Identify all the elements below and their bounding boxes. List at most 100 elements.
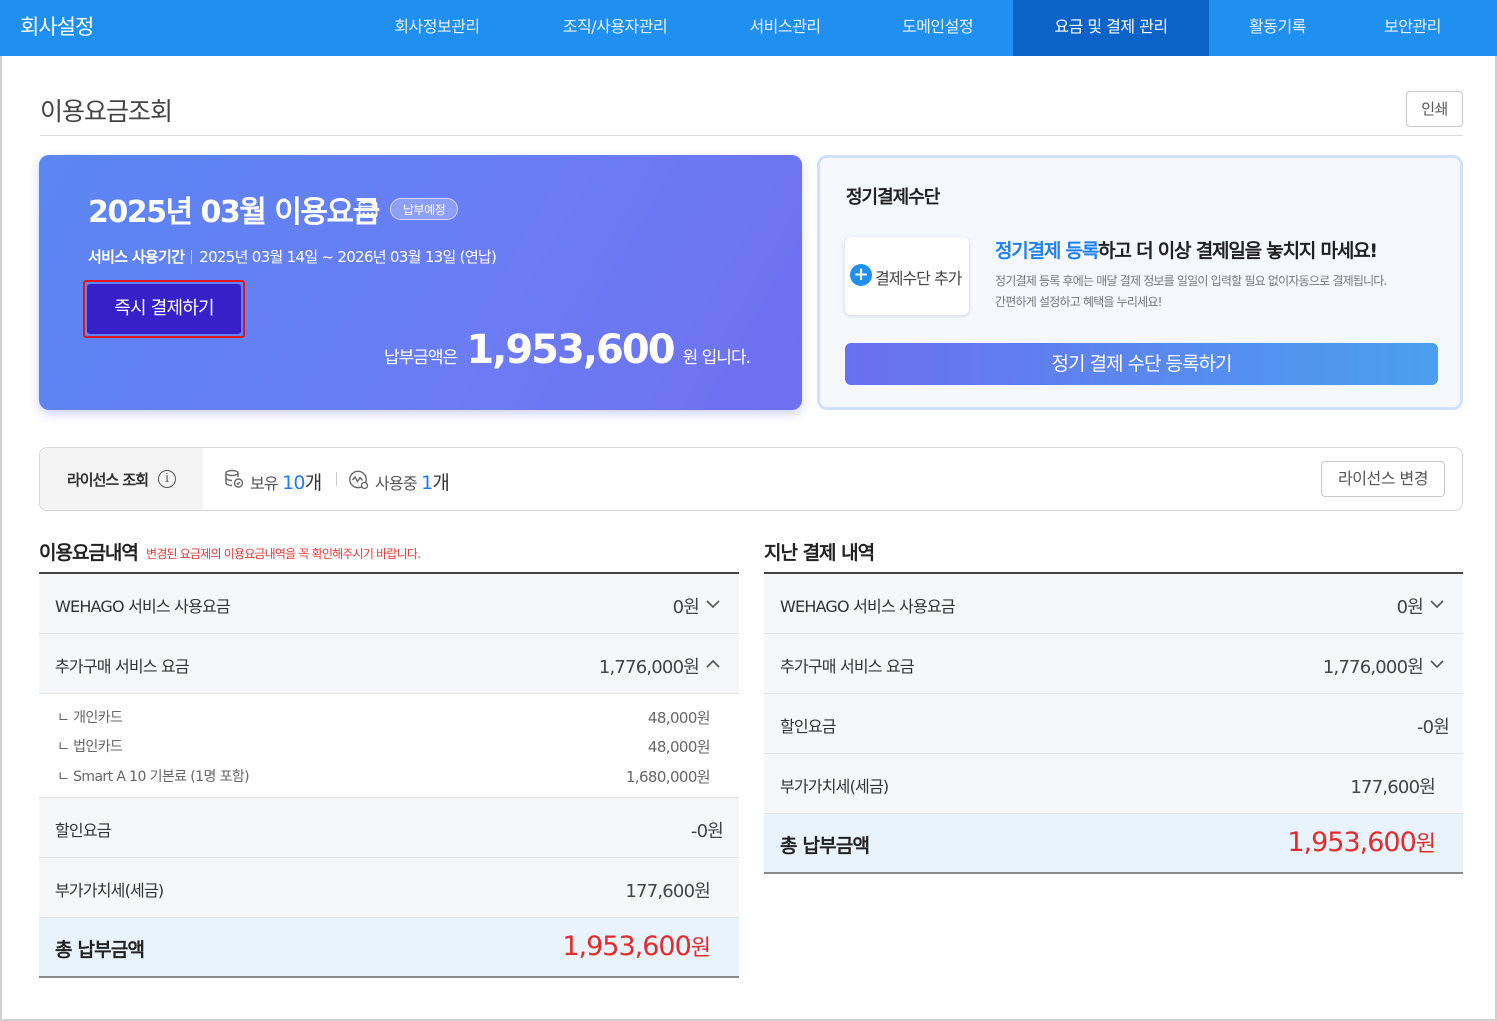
row-label: 부가가치세(세금)	[55, 881, 164, 900]
chevron-up-icon[interactable]	[705, 656, 721, 672]
amount-value: 1,953,600	[466, 327, 675, 373]
past-row-extra[interactable]: 추가구매 서비스 요금 1,776,000원	[764, 634, 1463, 694]
bill-summary-card: 2025년 03월 이용요금 납부예정 서비스 사용기간 2025년 03월 14…	[39, 155, 802, 410]
period-label: 서비스 사용기간	[88, 248, 185, 266]
license-inuse-label: 사용중	[375, 474, 418, 493]
nav-services[interactable]: 서비스관리	[730, 0, 840, 56]
past-section-title: 지난 결제 내역	[764, 542, 875, 564]
nav-domain[interactable]: 도메인설정	[880, 0, 995, 56]
license-inuse-unit: 개	[432, 472, 450, 494]
license-in-use: 사용중 1개	[375, 468, 450, 495]
database-icon	[225, 469, 244, 488]
license-change-button[interactable]: 라이선스 변경	[1321, 461, 1445, 497]
usage-section-note: 변경된 요금제의 이용요금내역을 꼭 확인해주시기 바랍니다.	[146, 547, 421, 561]
past-row-wehago[interactable]: WEHAGO 서비스 사용요금 0원	[764, 574, 1463, 634]
top-nav: 회사설정 회사정보관리 조직/사용자관리 서비스관리 도메인설정 요금 및 결제…	[0, 0, 1497, 56]
sub-item-value: 1,680,000원	[625, 768, 711, 786]
total-value: 1,953,600원	[1287, 826, 1436, 858]
amount-suffix: 원 입니다.	[682, 348, 751, 368]
add-payment-method-button[interactable]: + 결제수단 추가	[845, 237, 969, 315]
row-value: 1,776,000원	[598, 657, 700, 678]
row-value: -0원	[690, 821, 724, 842]
page-title: 이용요금조회	[40, 97, 173, 126]
sub-item-label: ㄴ Smart A 10 기본료 (1명 포함)	[57, 769, 250, 785]
usage-row-vat: 부가가치세(세금) 177,600원	[39, 858, 739, 918]
recurring-payment-card: 정기결제수단 + 결제수단 추가 정기결제 등록하고 더 이상 결제일을 놓치지…	[817, 155, 1463, 410]
register-recurring-button[interactable]: 정기 결제 수단 등록하기	[845, 343, 1438, 385]
row-value: 177,600원	[1350, 777, 1435, 798]
usage-row-extra[interactable]: 추가구매 서비스 요금 1,776,000원	[39, 634, 739, 694]
license-bar: 라이선스 조회 i 보유 10개 사용중 1개 라이선스 변경	[39, 447, 1463, 511]
total-value: 1,953,600원	[562, 930, 711, 962]
pay-now-button[interactable]: 즉시 결제하기	[87, 284, 241, 334]
total-label: 총 납부금액	[780, 835, 870, 857]
recurring-title: 정기결제수단	[846, 187, 940, 208]
recurring-headline: 정기결제 등록하고 더 이상 결제일을 놓치지 마세요!	[995, 236, 1378, 263]
usage-row-wehago[interactable]: WEHAGO 서비스 사용요금 0원	[39, 574, 739, 634]
license-owned-count: 10	[282, 472, 305, 494]
amount-prefix: 납부금액은	[384, 348, 458, 368]
plus-circle-icon: +	[850, 264, 872, 286]
amount-line: 납부금액은 1,953,600 원 입니다.	[384, 327, 751, 373]
license-owned-unit: 개	[304, 472, 322, 494]
service-period: 서비스 사용기간 2025년 03월 14일 ~ 2026년 03월 13일 (연…	[88, 246, 497, 267]
row-label: 부가가치세(세금)	[780, 777, 889, 796]
recurring-desc-line2: 간편하게 설정하고 혜택을 누리세요!	[995, 295, 1162, 309]
usage-fee-table: WEHAGO 서비스 사용요금 0원 추가구매 서비스 요금 1,776,000…	[39, 572, 739, 978]
recurring-headline-highlight: 정기결제 등록	[995, 240, 1099, 262]
print-button[interactable]: 인쇄	[1406, 91, 1463, 127]
license-label-box: 라이선스 조회 i	[40, 448, 203, 510]
usage-section-title: 이용요금내역	[39, 542, 139, 564]
usage-row-discount: 할인요금 -0원	[39, 798, 739, 858]
past-row-vat: 부가가치세(세금) 177,600원	[764, 754, 1463, 814]
license-inuse-count: 1	[421, 472, 433, 494]
total-label: 총 납부금액	[55, 939, 145, 961]
total-unit: 원	[1415, 832, 1436, 857]
nav-billing[interactable]: 요금 및 결제 관리	[1013, 0, 1209, 56]
row-value: 0원	[1396, 597, 1424, 618]
status-badge: 납부예정	[390, 198, 459, 220]
row-value: -0원	[1416, 717, 1450, 738]
sub-item-label: ㄴ 법인카드	[57, 739, 123, 755]
info-icon[interactable]: i	[158, 470, 176, 488]
past-row-discount: 할인요금 -0원	[764, 694, 1463, 754]
license-divider	[336, 472, 337, 486]
sub-item-label: ㄴ 개인카드	[57, 710, 123, 726]
usage-sub-items: ㄴ 개인카드 48,000원 ㄴ 법인카드 48,000원 ㄴ Smart A …	[39, 694, 739, 798]
license-owned: 보유 10개	[250, 468, 322, 495]
chevron-down-icon[interactable]	[705, 596, 721, 612]
nav-company-info[interactable]: 회사정보관리	[372, 0, 502, 56]
recurring-description: 정기결제 등록 후에는 매달 결제 정보를 일일이 입력할 필요 없이자동으로 …	[995, 271, 1387, 313]
sub-item-value: 48,000원	[647, 709, 711, 727]
license-owned-label: 보유	[250, 474, 279, 493]
sub-item-value: 48,000원	[647, 738, 711, 756]
usage-row-total: 총 납부금액 1,953,600원	[39, 918, 739, 978]
pay-now-highlight: 즉시 결제하기	[83, 280, 245, 338]
calendar-icon[interactable]	[358, 199, 378, 219]
recurring-headline-rest: 하고 더 이상 결제일을 놓치지 마세요!	[1098, 240, 1378, 262]
license-label: 라이선스 조회	[67, 471, 149, 489]
past-payment-table: WEHAGO 서비스 사용요금 0원 추가구매 서비스 요금 1,776,000…	[764, 572, 1463, 874]
nav-org-users[interactable]: 조직/사용자관리	[540, 0, 690, 56]
total-unit: 원	[690, 936, 711, 961]
row-value: 177,600원	[625, 881, 710, 902]
past-row-total: 총 납부금액 1,953,600원	[764, 814, 1463, 874]
chevron-down-icon[interactable]	[1429, 656, 1445, 672]
brand-title: 회사설정	[20, 15, 94, 39]
nav-activity[interactable]: 활동기록	[1230, 0, 1325, 56]
bill-title: 2025년 03월 이용요금	[88, 195, 380, 230]
period-divider	[191, 250, 193, 264]
period-value: 2025년 03월 14일 ~ 2026년 03월 13일 (연납)	[199, 248, 497, 266]
row-label: WEHAGO 서비스 사용요금	[55, 597, 231, 616]
title-divider	[40, 135, 1463, 136]
row-label: 추가구매 서비스 요금	[780, 657, 915, 676]
row-label: 추가구매 서비스 요금	[55, 657, 190, 676]
nav-security[interactable]: 보안관리	[1365, 0, 1460, 56]
chevron-down-icon[interactable]	[1429, 596, 1445, 612]
row-value: 1,776,000원	[1322, 657, 1424, 678]
add-payment-method-label: 결제수단 추가	[875, 269, 962, 288]
total-amount: 1,953,600	[1287, 827, 1416, 858]
row-value: 0원	[672, 597, 700, 618]
row-label: WEHAGO 서비스 사용요금	[780, 597, 956, 616]
usage-icon	[349, 470, 369, 490]
